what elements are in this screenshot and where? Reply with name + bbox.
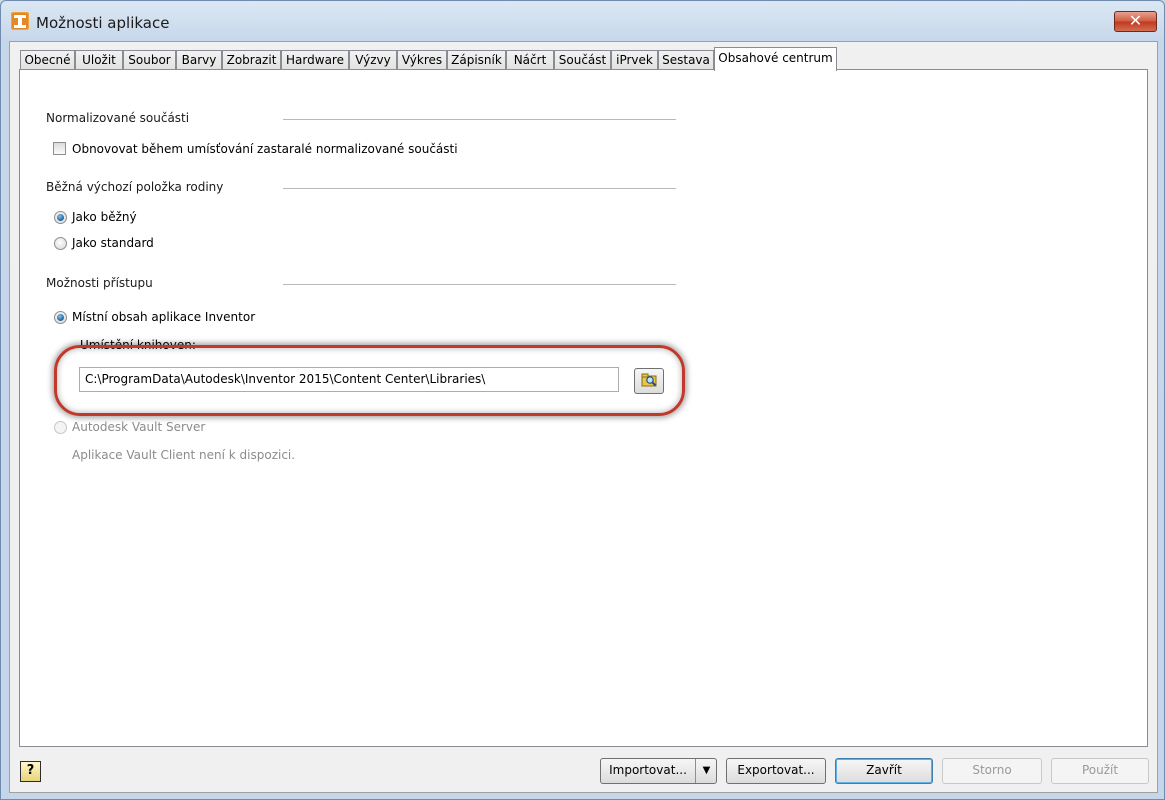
radio-as-standard[interactable] <box>54 237 67 250</box>
tab-hardware[interactable]: Hardware <box>281 50 349 70</box>
close-window-button[interactable]: ✕ <box>1114 11 1157 32</box>
tab-vykres[interactable]: Výkres <box>397 50 447 70</box>
tab-iprvek[interactable]: iPrvek <box>611 50 658 70</box>
close-icon: ✕ <box>1128 11 1143 30</box>
vault-unavailable-note: Aplikace Vault Client není k dispozici. <box>72 448 296 462</box>
tab-soubor[interactable]: Soubor <box>123 50 176 70</box>
section-title-normalized: Normalizované součásti <box>46 111 190 125</box>
tab-zobrazit[interactable]: Zobrazit <box>222 50 281 70</box>
radio-vault-server[interactable] <box>54 421 67 434</box>
library-path-input[interactable]: C:\ProgramData\Autodesk\Inventor 2015\Co… <box>79 367 619 392</box>
refresh-outdated-checkbox[interactable] <box>53 142 66 155</box>
import-button[interactable]: Importovat... <box>601 759 695 782</box>
close-button[interactable]: Zavřít <box>835 758 933 784</box>
content-center-panel: Normalizované součásti Obnovovat během u… <box>19 69 1148 747</box>
tab-ulozit[interactable]: Uložit <box>75 50 123 70</box>
tab-nacrt[interactable]: Náčrt <box>506 50 554 70</box>
window-title: Možnosti aplikace <box>36 14 170 32</box>
library-location-label: Umístění knihoven: <box>80 338 196 352</box>
tab-vyzvy[interactable]: Výzvy <box>349 50 397 70</box>
section-divider <box>283 119 676 120</box>
radio-as-custom[interactable] <box>54 211 67 224</box>
tab-sestava[interactable]: Sestava <box>658 50 714 70</box>
options-dialog: Možnosti aplikace ✕ Obecné Uložit Soubor… <box>0 0 1165 800</box>
section-title-access: Možnosti přístupu <box>46 276 153 290</box>
browse-button[interactable] <box>634 368 664 394</box>
title-bar[interactable]: Možnosti aplikace ✕ <box>1 1 1164 41</box>
section-divider <box>283 284 676 285</box>
import-dropdown-chevron-down-icon[interactable]: ▼ <box>697 759 716 782</box>
apply-button[interactable]: Použít <box>1051 758 1149 784</box>
split-divider <box>695 759 696 783</box>
inventor-app-icon <box>11 12 29 30</box>
tab-zapisnik[interactable]: Zápisník <box>447 50 506 70</box>
refresh-outdated-label[interactable]: Obnovovat během umísťování zastaralé nor… <box>72 142 458 156</box>
radio-vault-server-label: Autodesk Vault Server <box>72 420 206 434</box>
tab-obecne[interactable]: Obecné <box>20 50 75 70</box>
browse-folder-icon <box>641 373 657 387</box>
radio-as-standard-label[interactable]: Jako standard <box>72 236 154 250</box>
radio-local-content-label[interactable]: Místní obsah aplikace Inventor <box>72 310 255 324</box>
radio-local-content[interactable] <box>54 311 67 324</box>
section-divider <box>283 188 676 189</box>
tab-obsahove-centrum[interactable]: Obsahové centrum <box>714 47 837 71</box>
export-button[interactable]: Exportovat... <box>726 758 826 784</box>
help-icon[interactable]: ? <box>20 761 41 782</box>
import-split-button: Importovat... ▼ <box>600 758 717 784</box>
tab-soucast[interactable]: Součást <box>554 50 611 70</box>
cancel-button[interactable]: Storno <box>942 758 1042 784</box>
section-title-family: Běžná výchozí položka rodiny <box>46 180 224 194</box>
dialog-client-area: Obecné Uložit Soubor Barvy Zobrazit Hard… <box>9 41 1158 793</box>
tab-barvy[interactable]: Barvy <box>176 50 222 70</box>
radio-as-custom-label[interactable]: Jako běžný <box>72 210 137 224</box>
